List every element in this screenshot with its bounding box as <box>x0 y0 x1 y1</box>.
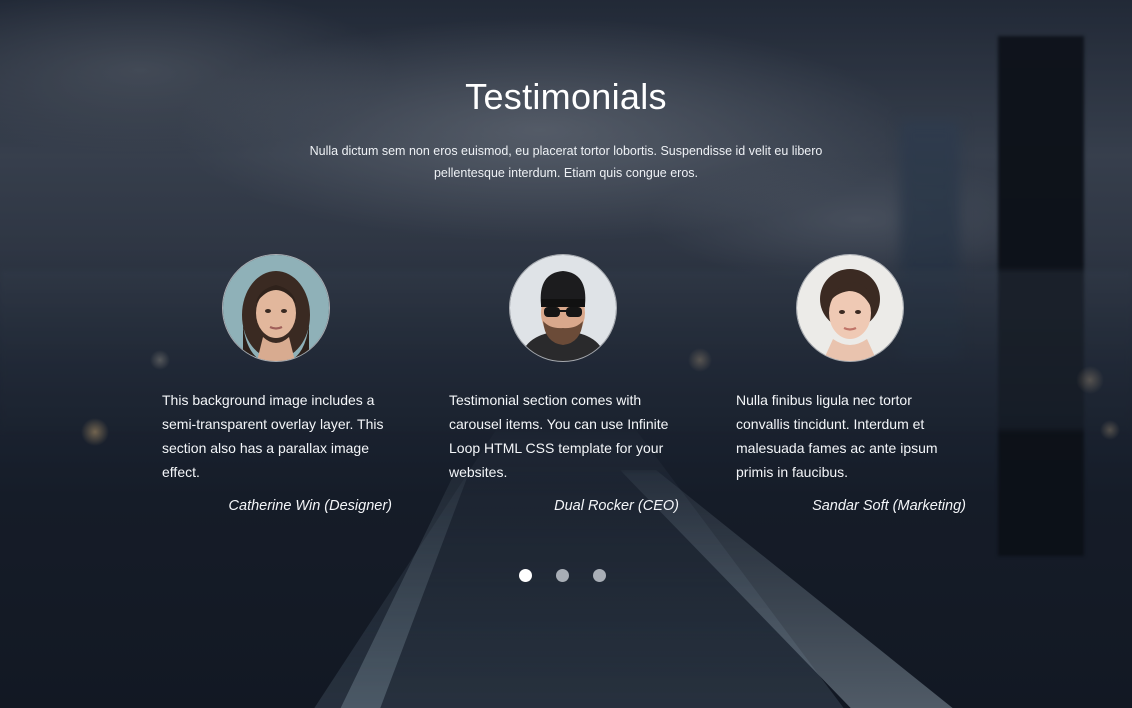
section-intro: Nulla dictum sem non eros euismod, eu pl… <box>309 144 823 180</box>
section-title: Testimonials <box>465 76 667 117</box>
testimonial-author: Dual Rocker (CEO) <box>554 498 679 514</box>
avatar <box>509 254 617 362</box>
carousel-dot-2[interactable] <box>556 569 569 582</box>
carousel-dot-3[interactable] <box>593 569 606 582</box>
testimonial-quote: This background image includes a semi-tr… <box>162 392 384 480</box>
testimonial-author: Sandar Soft (Marketing) <box>812 498 966 514</box>
testimonial-quote: Nulla finibus ligula nec tortor convalli… <box>736 392 938 480</box>
testimonial-author: Catherine Win (Designer) <box>228 498 392 514</box>
carousel-dot-1[interactable] <box>519 569 532 582</box>
testimonials-section: Testimonials Nulla dictum sem non eros e… <box>0 0 1132 708</box>
avatar <box>796 254 904 362</box>
testimonial-quote: Testimonial section comes with carousel … <box>449 392 669 480</box>
carousel-pagination <box>519 569 606 582</box>
avatar <box>222 254 330 362</box>
